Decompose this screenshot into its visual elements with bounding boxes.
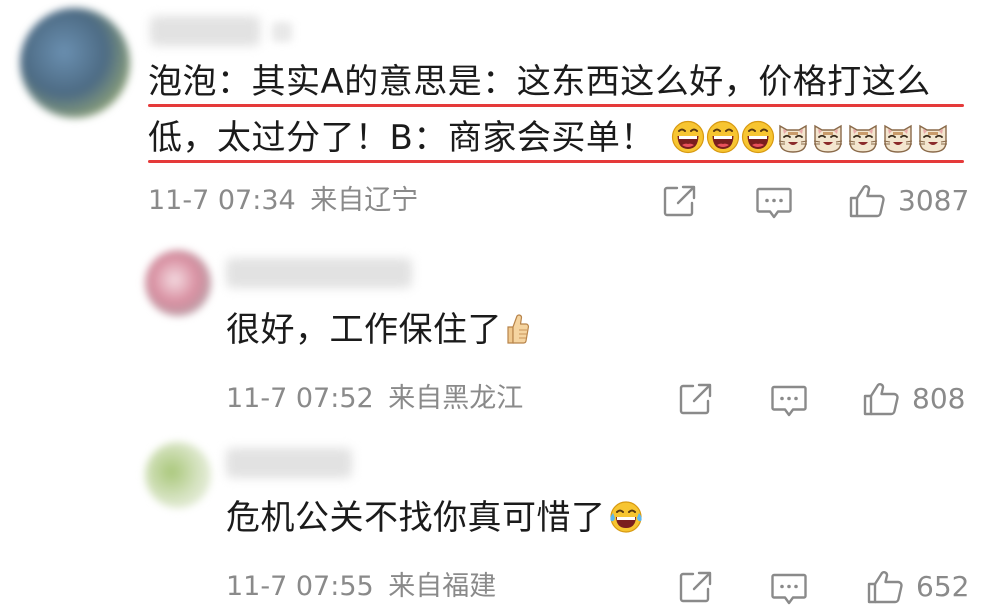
cat-icon (916, 120, 950, 163)
comment-time: 11-7 07:34 (148, 185, 296, 216)
reply-button[interactable] (770, 572, 808, 606)
reply-item: 很好，工作保住了 11-7 07:52 来自黑龙江 808 (0, 230, 1000, 420)
comment-item: 泡泡：其实A的意思是：这东西这么好，价格打这么 低，太过分了！B：商家会买单！ … (0, 0, 1000, 230)
comment-icon (771, 385, 807, 417)
share-icon (663, 185, 696, 217)
highlight-underline (148, 160, 964, 163)
share-icon (679, 383, 712, 415)
thumbs-up-outline-icon (849, 185, 885, 218)
comment-meta: 11-7 07:34 来自辽宁 (148, 186, 418, 216)
avatar[interactable] (145, 250, 211, 316)
comment-location: 来自福建 (388, 571, 497, 602)
cat-icon (881, 120, 915, 163)
comment-location: 来自辽宁 (310, 185, 419, 216)
comment-text: 危机公关不找你真可惜了 (226, 498, 606, 538)
like-count: 3087 (898, 184, 970, 217)
comment-text-line: 泡泡：其实A的意思是：这东西这么好，价格打这么 (148, 62, 931, 102)
avatar[interactable] (20, 8, 130, 118)
comment-text-line: 低，太过分了！B：商家会买单！ (148, 118, 951, 163)
comment-icon (756, 187, 792, 219)
username[interactable] (226, 258, 412, 288)
comment-meta: 11-7 07:52 来自黑龙江 (226, 384, 523, 414)
highlight-underline (148, 104, 964, 107)
laugh-icon (741, 120, 775, 163)
cat-icon (776, 120, 810, 163)
thumbs-up-icon (504, 312, 530, 355)
cat-icon (846, 120, 880, 163)
like-button[interactable]: 3087 (848, 184, 969, 218)
reply-button[interactable] (755, 186, 793, 220)
like-count: 808 (912, 382, 966, 415)
share-button[interactable] (662, 184, 698, 218)
like-count: 652 (916, 570, 970, 603)
comment-text-line: 危机公关不找你真可惜了 (226, 498, 644, 543)
comment-text-line: 很好，工作保住了 (226, 310, 530, 355)
comment-time: 11-7 07:55 (226, 571, 374, 602)
like-button[interactable]: 808 (862, 382, 965, 416)
comment-time: 11-7 07:52 (226, 383, 374, 414)
username[interactable] (226, 448, 352, 478)
reply-button[interactable] (770, 384, 808, 418)
username[interactable] (150, 16, 260, 46)
like-button[interactable]: 652 (866, 570, 969, 604)
share-icon (679, 571, 712, 603)
emoji-row (671, 118, 951, 158)
share-button[interactable] (678, 570, 714, 604)
laugh-icon (671, 120, 705, 163)
comment-text: 很好，工作保住了 (226, 310, 502, 350)
laugh-icon (706, 120, 740, 163)
reply-item: 危机公关不找你真可惜了 11-7 07:55 来自福建 652 (0, 420, 1000, 615)
comment-text: 低，太过分了！B：商家会买单！ (148, 118, 655, 158)
comment-icon (771, 573, 807, 605)
comment-meta: 11-7 07:55 来自福建 (226, 572, 496, 602)
cat-icon (811, 120, 845, 163)
thumbs-up-outline-icon (863, 383, 899, 416)
comment-location: 来自黑龙江 (388, 383, 524, 414)
tears-of-joy-icon (608, 500, 644, 543)
user-badge (272, 22, 292, 42)
avatar[interactable] (145, 442, 211, 508)
thumbs-up-outline-icon (867, 571, 903, 604)
share-button[interactable] (678, 382, 714, 416)
